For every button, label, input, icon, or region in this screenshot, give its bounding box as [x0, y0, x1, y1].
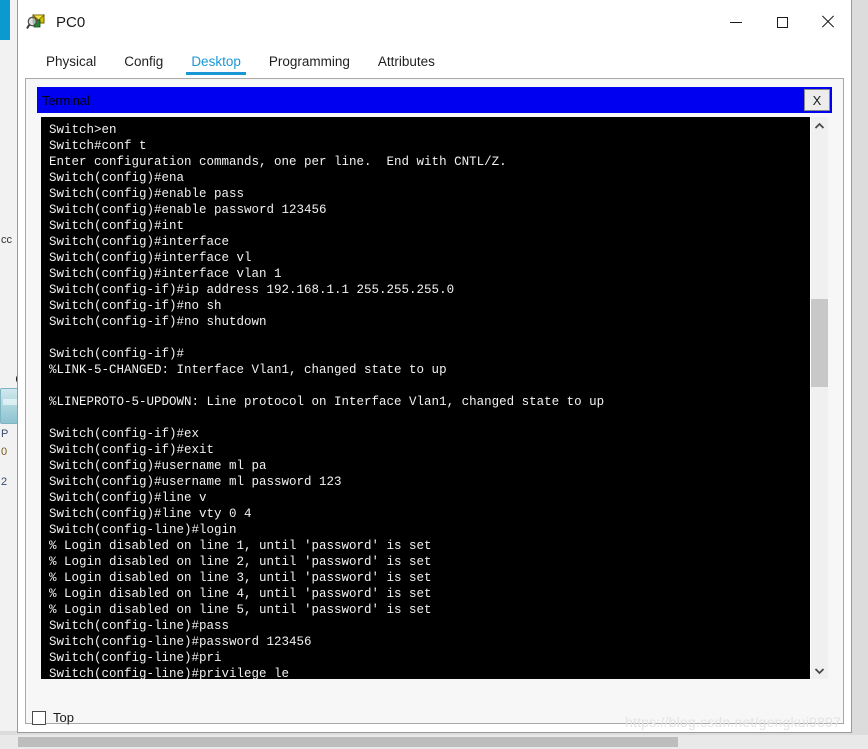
terminal-line: Switch(config-if)#exit: [49, 443, 215, 457]
top-checkbox[interactable]: [32, 710, 46, 725]
terminal-line: %LINEPROTO-5-UPDOWN: Line protocol on In…: [49, 395, 605, 409]
terminal-line: Switch(config)#interface vl: [49, 251, 252, 265]
terminal-line: % Login disabled on line 5, until 'passw…: [49, 603, 432, 617]
chevron-down-icon: [814, 667, 825, 674]
terminal-output-text: Switch>en Switch#conf t Enter configuratio…: [49, 122, 810, 679]
terminal-window: Terminal X Switch>en Switch#conf t Enter c…: [37, 87, 832, 683]
terminal-line: % Login disabled on line 3, until 'passw…: [49, 571, 432, 585]
background-horizontal-scrollbar[interactable]: [0, 735, 868, 749]
watermark-text: https://blog.csdn.net/gengkui9897: [625, 714, 841, 730]
terminal-line: Switch(config)#line vty 0 4: [49, 507, 252, 521]
terminal-line: Switch(config)#ena: [49, 171, 185, 185]
window-controls: [713, 0, 851, 44]
terminal-line: Switch#conf t: [49, 139, 147, 153]
terminal-body: Switch>en Switch#conf t Enter configuratio…: [37, 113, 832, 683]
terminal-line: Switch(config)#interface vlan 1: [49, 267, 282, 281]
terminal-line: Switch(config)#interface: [49, 235, 230, 249]
close-icon: [821, 15, 835, 29]
terminal-titlebar: Terminal X: [37, 87, 832, 113]
maximize-icon: [776, 16, 788, 28]
window-titlebar: PC0: [18, 0, 851, 45]
tab-attributes[interactable]: Attributes: [364, 45, 449, 77]
pc0-window: PC0 Physical Config Desktop Programming …: [17, 0, 852, 733]
terminal-line: Switch(config-if)#no sh: [49, 299, 222, 313]
chevron-up-icon: [814, 122, 825, 129]
top-checkbox-label: Top: [53, 710, 74, 725]
minimize-icon: [730, 21, 742, 23]
background-ghost-text-p: P: [1, 428, 9, 440]
tab-physical[interactable]: Physical: [32, 45, 110, 77]
terminal-line: % Login disabled on line 1, until 'passw…: [49, 539, 432, 553]
terminal-output-screen[interactable]: Switch>en Switch#conf t Enter configuratio…: [41, 117, 810, 679]
top-checkbox-row: Top: [32, 710, 74, 725]
terminal-line: Switch(config)#enable pass: [49, 187, 245, 201]
tab-config[interactable]: Config: [110, 45, 177, 77]
terminal-line: Switch(config-line)#login: [49, 523, 237, 537]
background-ghost-text-0: 0: [1, 446, 8, 458]
terminal-line: Switch(config-line)#pass: [49, 619, 230, 633]
terminal-line: % Login disabled on line 2, until 'passw…: [49, 555, 432, 569]
terminal-line: Switch(config-line)#password 123456: [49, 635, 312, 649]
minimize-button[interactable]: [713, 0, 759, 44]
terminal-line: Switch(config-if)#no shutdown: [49, 315, 267, 329]
scroll-up-button[interactable]: [811, 117, 828, 134]
background-ghost-text-2: 2: [1, 476, 8, 488]
scrollbar-thumb[interactable]: [811, 299, 828, 387]
terminal-line: Switch>en: [49, 123, 117, 137]
terminal-line: Switch(config-line)#privilege le: [49, 667, 290, 679]
packet-tracer-inspect-icon: [26, 12, 46, 32]
tab-programming[interactable]: Programming: [255, 45, 364, 77]
maximize-button[interactable]: [759, 0, 805, 44]
scroll-down-button[interactable]: [811, 662, 828, 679]
terminal-line: Switch(config-if)#ip address 192.168.1.1…: [49, 283, 455, 297]
terminal-line: Switch(config-line)#pri: [49, 651, 222, 665]
background-ghost-text-cc: cc: [1, 234, 12, 246]
terminal-line: Switch(config)#enable password 123456: [49, 203, 327, 217]
terminal-line: %LINK-5-CHANGED: Interface Vlan1, change…: [49, 363, 447, 377]
close-button[interactable]: [805, 0, 851, 44]
terminal-line: Switch(config)#username ml password 123: [49, 475, 342, 489]
terminal-line: Switch(config)#int: [49, 219, 185, 233]
desktop-panel: Terminal X Switch>en Switch#conf t Enter c…: [25, 78, 844, 724]
background-accent-block: [0, 0, 10, 40]
window-title: PC0: [56, 13, 86, 31]
desktop-background: cc P 0 2 PC0 Physical Config Desktop Pro…: [0, 0, 868, 749]
terminal-line: Switch(config-if)#ex: [49, 427, 200, 441]
terminal-vertical-scrollbar[interactable]: [810, 117, 828, 679]
background-hscrollbar-thumb[interactable]: [18, 737, 678, 747]
terminal-line: Switch(config)#line v: [49, 491, 207, 505]
tab-bar: Physical Config Desktop Programming Attr…: [24, 45, 845, 77]
terminal-line: Enter configuration commands, one per li…: [49, 155, 507, 169]
terminal-line: % Login disabled on line 4, until 'passw…: [49, 587, 432, 601]
terminal-line: Switch(config)#username ml pa: [49, 459, 267, 473]
terminal-title: Terminal: [42, 92, 90, 108]
terminal-line: Switch(config-if)#: [49, 347, 185, 361]
terminal-close-button[interactable]: X: [804, 89, 830, 111]
tab-desktop[interactable]: Desktop: [177, 45, 255, 77]
